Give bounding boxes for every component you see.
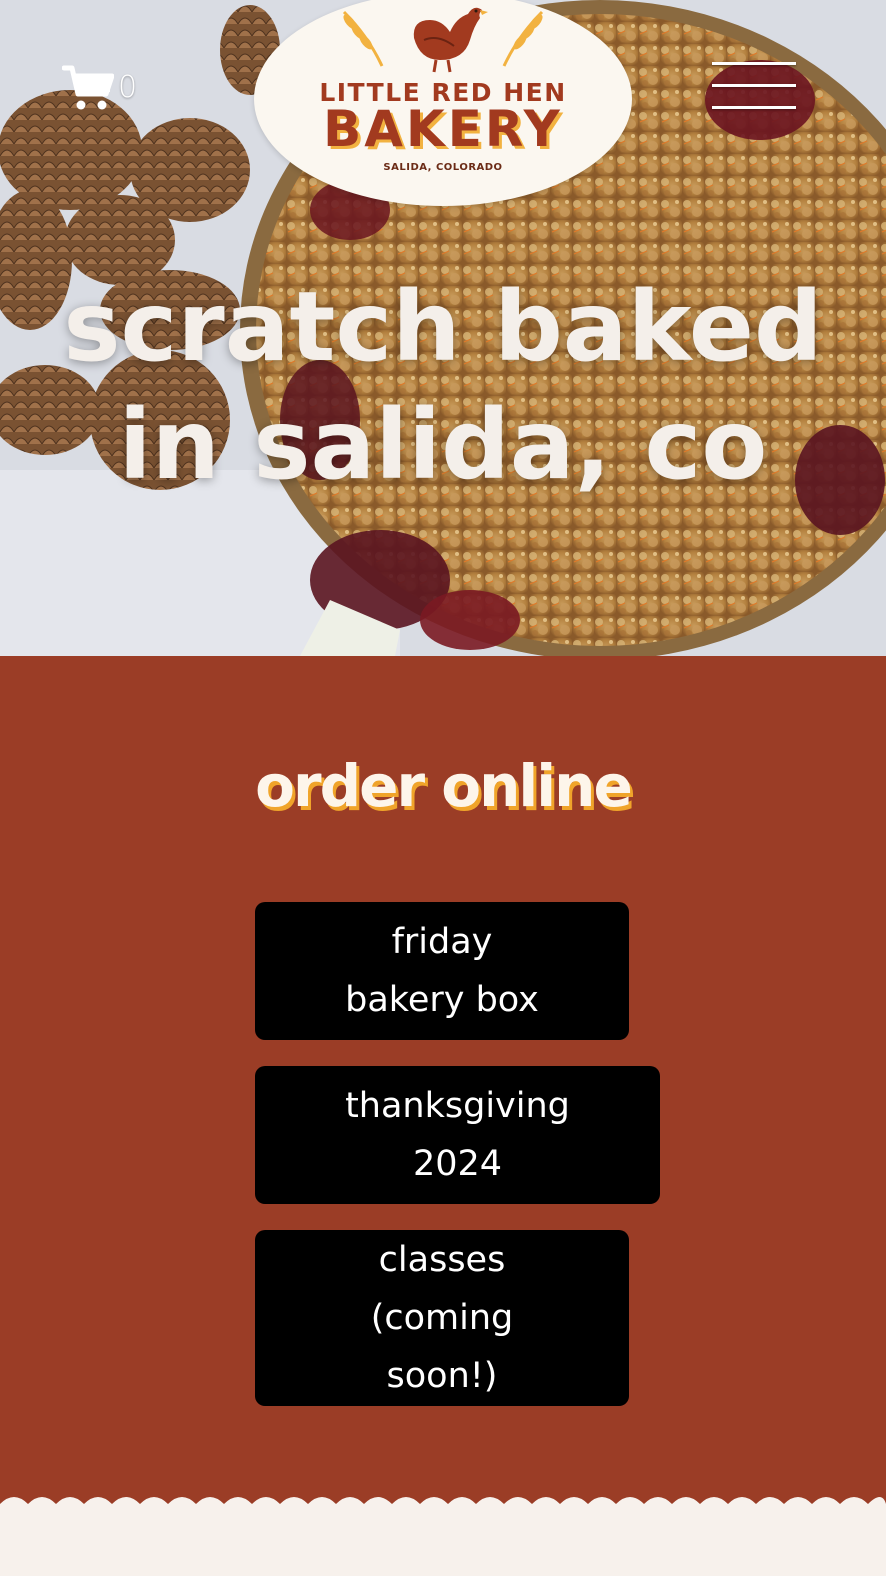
- button-label: thanksgiving 2024: [345, 1086, 570, 1184]
- button-label: classes (coming soon!): [370, 1240, 514, 1396]
- hamburger-menu-button[interactable]: [712, 62, 796, 112]
- hamburger-menu-icon: [712, 106, 796, 109]
- hero-title-line1: scratch baked: [63, 271, 823, 383]
- hero-title-line2: in salida, co: [118, 389, 768, 501]
- order-online-heading: order online: [255, 752, 633, 820]
- footer-area: [0, 1504, 886, 1576]
- cart-count: 0: [118, 70, 138, 105]
- order-online-section: order online friday bakery box thanksgiv…: [0, 656, 886, 1506]
- hamburger-menu-icon: [712, 84, 796, 87]
- cart-button[interactable]: 0: [62, 64, 137, 112]
- logo-location-line: SALIDA, COLORADO: [383, 162, 503, 173]
- wheat-icon: [342, 10, 384, 67]
- hen-icon: [413, 7, 488, 73]
- bakery-logo[interactable]: LITTLE RED HEN BAKERY SALIDA, COLORADO: [254, 0, 632, 206]
- logo-bakery-line: BAKERY: [323, 100, 563, 158]
- hero-title: scratch baked in salida, co: [0, 268, 886, 504]
- classes-button[interactable]: classes (coming soon!): [255, 1230, 629, 1406]
- cart-icon: [62, 65, 114, 110]
- friday-bakery-box-button[interactable]: friday bakery box: [255, 902, 629, 1040]
- button-label: friday bakery box: [345, 922, 539, 1020]
- thanksgiving-2024-button[interactable]: thanksgiving 2024: [255, 1066, 660, 1204]
- hero-section: 0 LITTLE RED HEN BAKERY SALIDA, COLORADO: [0, 0, 886, 656]
- wheat-icon: [502, 10, 544, 67]
- hamburger-menu-icon: [712, 62, 796, 65]
